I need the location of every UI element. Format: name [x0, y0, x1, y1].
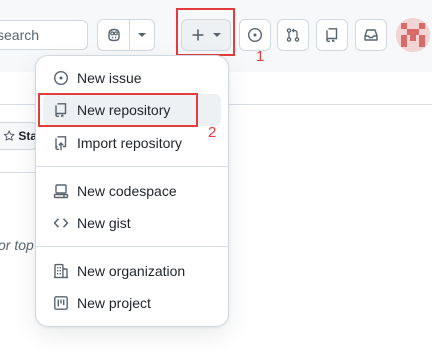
annotation-label-1: 1	[256, 48, 265, 65]
codespaces-icon	[53, 184, 69, 199]
repo-push-icon	[55, 136, 67, 151]
inbox-icon	[364, 29, 378, 41]
menu-divider	[36, 246, 228, 247]
menu-item-new-codespace[interactable]: New codespace	[43, 175, 221, 207]
code-icon	[53, 218, 69, 228]
organization-icon	[54, 263, 68, 279]
annotation-box-1	[176, 8, 235, 56]
identicon-icon	[396, 18, 430, 52]
menu-item-import-repository[interactable]: Import repository	[43, 127, 221, 159]
star-icon	[3, 130, 15, 141]
background-italic-text: or top	[0, 237, 34, 253]
menu-divider	[36, 166, 228, 167]
menu-item-new-project[interactable]: New project	[43, 287, 221, 319]
star-button[interactable]: Sta	[0, 122, 38, 150]
star-label: Sta	[18, 129, 37, 143]
menu-item-label: New gist	[77, 215, 131, 231]
menu-item-new-organization[interactable]: New organization	[43, 255, 221, 287]
repo-icon	[326, 28, 338, 43]
user-avatar[interactable]	[396, 18, 430, 52]
annotation-box-2	[38, 93, 198, 127]
pull-requests-button[interactable]	[277, 19, 309, 51]
issues-button[interactable]	[239, 19, 271, 51]
menu-item-label: New organization	[77, 263, 186, 279]
menu-item-label: New codespace	[77, 183, 177, 199]
issue-opened-icon	[247, 27, 263, 43]
menu-item-label: New issue	[77, 70, 142, 86]
issue-opened-icon	[53, 70, 69, 86]
repositories-button[interactable]	[316, 19, 348, 51]
menu-item-new-issue[interactable]: New issue	[43, 62, 221, 94]
inbox-button[interactable]	[355, 19, 387, 51]
menu-item-label: Import repository	[77, 135, 183, 151]
git-pull-request-icon	[286, 28, 300, 42]
project-icon	[54, 296, 68, 310]
content-divider	[0, 172, 40, 173]
copilot-split-button[interactable]	[97, 19, 155, 51]
menu-item-new-gist[interactable]: New gist	[43, 207, 221, 239]
menu-item-label: New project	[77, 295, 151, 311]
copilot-icon	[107, 28, 120, 42]
search-placeholder: search	[0, 27, 40, 43]
copilot-dropdown-button[interactable]	[130, 20, 154, 50]
search-input[interactable]: search	[0, 20, 88, 50]
annotation-label-2: 2	[208, 124, 217, 141]
chevron-down-icon	[138, 33, 146, 37]
copilot-button[interactable]	[98, 20, 130, 50]
